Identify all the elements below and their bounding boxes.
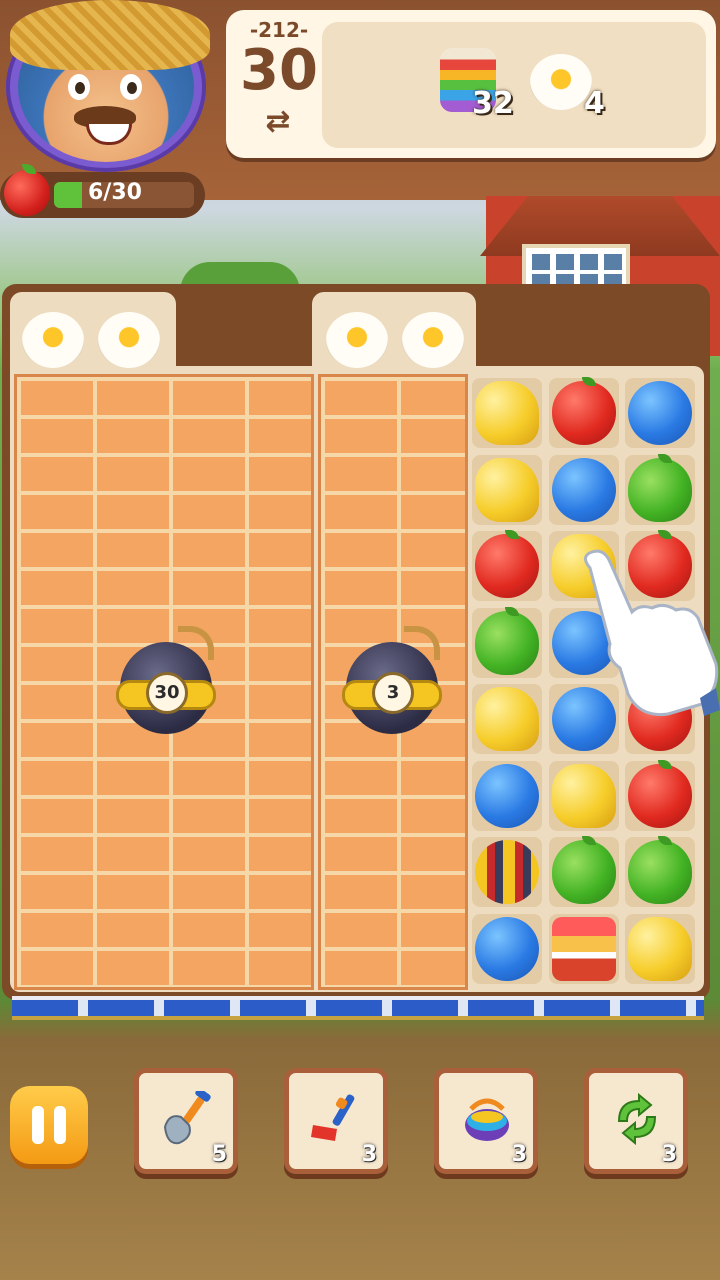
board-cell[interactable] xyxy=(472,378,542,448)
apple-icon xyxy=(551,377,616,445)
board-cell[interactable] xyxy=(625,913,695,984)
left-eye xyxy=(68,74,90,100)
board-cell[interactable] xyxy=(548,836,619,907)
cheese-icon xyxy=(475,687,539,751)
straw-hat xyxy=(10,0,210,70)
shuffle-booster-button[interactable]: 3 xyxy=(584,1068,688,1174)
blueberry-icon xyxy=(628,381,692,445)
fried-egg-icon xyxy=(98,312,160,368)
pear-icon xyxy=(628,836,692,904)
board-cell[interactable] xyxy=(472,684,542,754)
conveyor-rail xyxy=(12,996,704,1020)
bomb-icon[interactable]: 3 xyxy=(342,626,442,734)
tutorial-hand-icon xyxy=(584,549,720,717)
booster-count: 3 xyxy=(661,1142,677,1167)
fried-egg-icon xyxy=(22,312,84,368)
gift-icon xyxy=(551,916,616,981)
pear-icon xyxy=(551,836,616,904)
bomb-counter: 3 xyxy=(372,672,414,714)
goals-panel xyxy=(322,22,706,148)
cheese-icon xyxy=(475,457,539,522)
shovel-icon xyxy=(163,1091,211,1145)
pear-icon xyxy=(628,453,692,522)
board-cell[interactable] xyxy=(625,759,695,831)
booster-count: 3 xyxy=(511,1142,527,1167)
shuffle-icon xyxy=(617,1092,657,1146)
board-cell[interactable] xyxy=(625,453,695,525)
moves-remaining: 30 xyxy=(240,38,318,103)
blueberry-icon xyxy=(551,457,616,522)
cheese-icon xyxy=(551,763,616,828)
board-cell[interactable] xyxy=(472,837,542,907)
blueberry-icon xyxy=(475,763,539,828)
blueberry-icon xyxy=(475,916,539,981)
pear-icon xyxy=(475,606,539,675)
progress-fill xyxy=(54,182,82,208)
board-cell[interactable] xyxy=(625,378,695,448)
apple-icon xyxy=(475,530,539,598)
shovel-booster-button[interactable]: 5 xyxy=(134,1068,238,1174)
board-cell[interactable] xyxy=(548,377,619,448)
board-cell[interactable] xyxy=(472,454,542,525)
swap-icon: ⇄ xyxy=(265,104,291,139)
booster-count: 3 xyxy=(361,1142,377,1167)
fried-egg-icon xyxy=(402,312,464,368)
bomb-counter: 30 xyxy=(146,672,188,714)
pause-button[interactable] xyxy=(10,1086,88,1164)
fried-egg-icon xyxy=(326,312,388,368)
goal-egg-count: 4 xyxy=(584,86,605,121)
board-cell[interactable] xyxy=(472,760,542,831)
board-cell[interactable] xyxy=(472,913,542,984)
watering-can-icon xyxy=(465,1098,509,1141)
board-cell[interactable] xyxy=(548,760,619,831)
progress-text: 6/30 xyxy=(88,180,142,205)
board-cell[interactable] xyxy=(472,530,542,601)
board-cell[interactable] xyxy=(548,913,619,984)
bomb-icon[interactable]: 30 xyxy=(116,626,216,734)
watering-can-booster-button[interactable]: 3 xyxy=(434,1068,538,1174)
striped-egg-icon xyxy=(475,840,539,904)
apple-icon xyxy=(4,170,50,216)
rake-icon xyxy=(311,1094,355,1141)
board-cell[interactable] xyxy=(472,606,542,678)
board-cell[interactable] xyxy=(625,836,695,907)
cheese-icon xyxy=(475,381,539,445)
apple-icon xyxy=(628,759,692,828)
goal-cake-count: 32 xyxy=(472,86,514,121)
smile xyxy=(86,124,132,145)
booster-count: 5 xyxy=(211,1142,227,1167)
fried-egg-icon xyxy=(530,54,592,110)
board-cell[interactable] xyxy=(548,454,619,525)
cheese-icon xyxy=(628,916,692,981)
rake-booster-button[interactable]: 3 xyxy=(284,1068,388,1174)
right-eye xyxy=(120,74,142,100)
